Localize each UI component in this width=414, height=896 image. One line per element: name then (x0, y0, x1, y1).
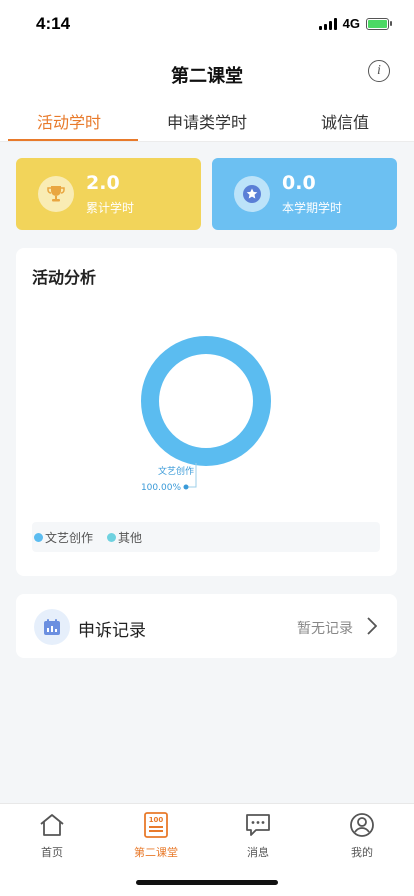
legend-item-literary[interactable]: 文艺创作 (34, 529, 93, 546)
tabbar-messages[interactable]: 消息 (218, 810, 298, 860)
info-icon[interactable]: i (368, 60, 390, 82)
status-indicators: 4G (318, 16, 392, 31)
tab-activity-hours[interactable]: 活动学时 (0, 96, 138, 141)
calendar-icon (34, 609, 70, 645)
home-indicator (136, 880, 278, 885)
appeal-record-row[interactable]: 申诉记录 暂无记录 (16, 594, 397, 658)
total-hours-value: 2.0 (86, 172, 120, 194)
semester-hours-card[interactable]: 0.0 本学期学时 (212, 158, 397, 230)
tab-application-hours[interactable]: 申请类学时 (138, 96, 276, 141)
donut-chart: 文艺创作 100.00% (141, 336, 271, 493)
legend-dot (107, 532, 117, 542)
tabbar-label: 我的 (351, 846, 373, 859)
tabbar-second-classroom[interactable]: 100 第二课堂 (116, 810, 196, 860)
tabbar-label: 首页 (41, 846, 63, 859)
annotation-label: 文艺创作 (158, 465, 194, 477)
nav-bar: 第二课堂 i (0, 50, 414, 96)
tab-integrity-score[interactable]: 诚信值 (276, 96, 414, 141)
tabbar-label: 第二课堂 (134, 846, 178, 859)
legend-dot (34, 532, 43, 542)
annotation-dot (183, 484, 189, 490)
chart-legend: 文艺创作 其他 (32, 522, 380, 552)
message-icon (218, 810, 298, 840)
appeal-title: 申诉记录 (78, 621, 146, 641)
page-title: 第二课堂 (171, 66, 243, 87)
appeal-status: 暂无记录 (297, 621, 353, 637)
tabbar-label: 消息 (247, 846, 269, 859)
total-hours-card[interactable]: 2.0 累计学时 (16, 158, 201, 230)
legend-label: 文艺创作 (45, 530, 94, 545)
signal-icon (318, 17, 337, 30)
battery-icon (366, 17, 392, 30)
home-icon (12, 810, 92, 840)
profile-icon (322, 810, 402, 840)
semester-hours-label: 本学期学时 (282, 201, 343, 215)
legend-label: 其他 (118, 530, 143, 545)
tabbar-profile[interactable]: 我的 (322, 810, 402, 860)
bottom-tab-bar: 首页 100 第二课堂 消息 我的 (0, 803, 414, 896)
status-bar: 4:14 4G (0, 0, 414, 50)
classroom-icon: 100 (116, 810, 196, 840)
chevron-right-icon (367, 617, 377, 635)
star-badge-icon (234, 176, 270, 212)
donut-slice[interactable] (141, 336, 271, 466)
legend-item-other[interactable]: 其他 (107, 529, 142, 546)
activity-analysis-card: 活动分析 文艺创作 100.00% 文艺创作 其他 (16, 248, 397, 576)
tabbar-home[interactable]: 首页 (12, 810, 92, 860)
semester-hours-value: 0.0 (282, 172, 316, 194)
network-label: 4G (342, 16, 360, 31)
status-time: 4:14 (36, 14, 71, 33)
trophy-icon (38, 176, 74, 212)
total-hours-label: 累计学时 (86, 201, 135, 215)
tab-bar: 活动学时 申请类学时 诚信值 (0, 96, 414, 142)
svg-text:100: 100 (149, 816, 164, 824)
annotation-value: 100.00% (141, 483, 181, 493)
